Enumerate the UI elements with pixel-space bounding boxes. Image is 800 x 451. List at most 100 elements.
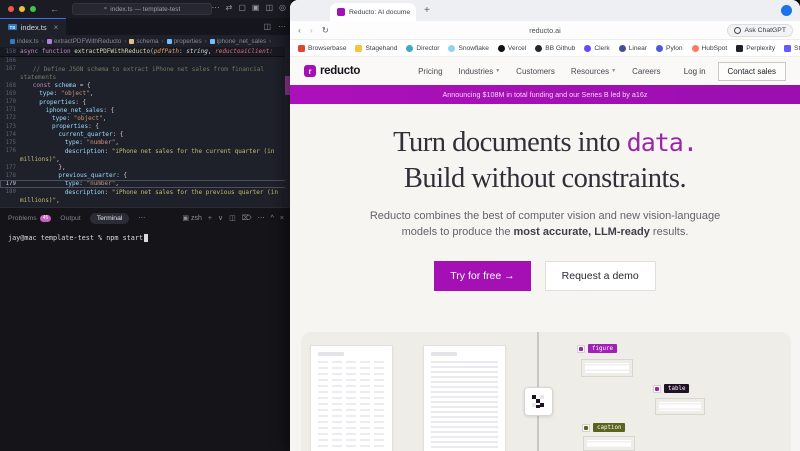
window-controls[interactable] <box>8 6 36 12</box>
back-icon[interactable]: ← <box>50 4 59 14</box>
panel-tab-terminal[interactable]: Terminal <box>89 212 130 224</box>
code-line[interactable]: 175 type: "number", <box>0 139 292 147</box>
request-demo-button[interactable]: Request a demo <box>544 261 656 291</box>
minimize-window-button[interactable] <box>19 6 25 12</box>
nav-customers[interactable]: Customers <box>516 67 555 76</box>
panel-action-icon[interactable]: ^ <box>271 215 274 222</box>
announcement-banner[interactable]: Announcing $108M in total funding and ou… <box>290 85 800 104</box>
code-line[interactable]: 171 iphone_net_sales: { <box>0 106 292 114</box>
browser-tab-reducto[interactable]: Reducto: AI docume <box>330 3 416 21</box>
breadcrumb-item[interactable]: index.ts <box>10 38 39 45</box>
panel-action-icon[interactable]: + <box>208 215 212 222</box>
code-line[interactable]: 178 previous_quarter: { <box>0 172 292 180</box>
breadcrumb-item[interactable]: properties <box>166 38 202 45</box>
code-line[interactable]: 179 type: "number", <box>0 179 292 188</box>
close-tab-icon[interactable]: × <box>54 23 59 32</box>
maximize-window-button[interactable] <box>30 6 36 12</box>
code-line[interactable]: 167// Define JSON schema to extract iPho… <box>0 65 292 73</box>
layout-icon[interactable]: ▣ <box>252 3 260 12</box>
bookmark-snowflake[interactable]: Snowflake <box>448 44 489 52</box>
bookmark-favicon <box>736 44 744 52</box>
panel-tab-problems[interactable]: Problems 45 <box>8 214 52 222</box>
bookmark-pylon[interactable]: Pylon <box>656 44 683 52</box>
code-line[interactable]: 170 properties: { <box>0 98 292 106</box>
bookmark-browserbase[interactable]: Browserbase <box>298 44 346 52</box>
workspace-title: index.ts — template-test <box>110 5 181 13</box>
new-tab-button[interactable]: + <box>424 5 430 16</box>
caption-box <box>583 436 635 451</box>
terminal[interactable]: jay@mac template-test % npm start <box>0 228 292 242</box>
code-line[interactable]: 176 description: "iPhone net sales for th… <box>0 147 292 155</box>
layout-icon[interactable]: ⇄ <box>226 3 233 12</box>
breadcrumb-item[interactable]: iphone_net_sales <box>209 38 266 45</box>
layout-icon[interactable]: ◫ <box>265 3 273 12</box>
code-line[interactable]: 173 properties: { <box>0 123 292 131</box>
bookmark-bb-github[interactable]: BB Github <box>535 44 575 52</box>
chevron-down-icon: ▼ <box>495 68 501 74</box>
chevron-down-icon: ▼ <box>611 68 617 74</box>
profile-avatar[interactable] <box>781 5 792 16</box>
tab-index-ts[interactable]: TS index.ts × <box>0 18 67 35</box>
breadcrumb[interactable]: index.ts › extractPDFWithReducto › schema › pr… <box>0 35 292 47</box>
nav-resources[interactable]: Resources ▼ <box>571 67 616 76</box>
editor-actions[interactable]: ◫ ⋯ <box>263 22 286 31</box>
breadcrumb-item[interactable]: extractPDFWithReducto <box>46 38 121 45</box>
code-line[interactable]: millions)", <box>0 155 292 163</box>
panel-action-icon[interactable]: ⌦ <box>242 214 252 222</box>
code-line[interactable]: 172 type: "object", <box>0 114 292 122</box>
bookmark-favicon <box>784 44 792 52</box>
code-line[interactable]: 174 current_quarter: { <box>0 131 292 139</box>
editor-action-icon[interactable]: ⋯ <box>278 22 286 31</box>
code-editor[interactable]: 158 async function extractPDFWithReducto(… <box>0 47 292 207</box>
browser-window: Reducto: AI docume + ‹ › ↻ reducto.ai As… <box>290 0 800 451</box>
code-line[interactable]: 180 description: "iPhone net sales for th… <box>0 188 292 196</box>
bookmark-vercel[interactable]: Vercel <box>497 44 526 52</box>
panel-tab-⋯[interactable]: ⋯ <box>138 214 145 222</box>
layout-icon[interactable]: ▢ <box>238 3 246 12</box>
annotation-table: table <box>653 384 690 393</box>
address-bar[interactable]: reducto.ai <box>290 26 800 35</box>
panel-action-icon[interactable]: ∨ <box>218 214 223 222</box>
login-link[interactable]: Log in <box>684 67 706 76</box>
editor-action-icon[interactable]: ◫ <box>263 22 271 31</box>
reducto-mark-icon <box>531 394 546 409</box>
layout-icon[interactable]: ◎ <box>279 3 286 12</box>
ask-chatgpt-button[interactable]: Ask ChatGPT <box>727 24 793 37</box>
bookmark-hubspot[interactable]: HubSpot <box>691 44 727 52</box>
panel-action-icon[interactable]: ◫ <box>229 214 236 222</box>
code-line[interactable]: millions)", <box>0 196 292 204</box>
panel-tab-output[interactable]: Output <box>60 215 80 222</box>
symbol-icon <box>166 38 172 44</box>
bookmark-stripe[interactable]: Stripe <box>784 44 800 52</box>
code-line[interactable]: 168 const schema = { <box>0 82 292 90</box>
comparison-slider-handle[interactable] <box>524 387 553 416</box>
close-window-button[interactable] <box>8 6 14 12</box>
panel-action-icon[interactable]: × <box>280 215 284 222</box>
layout-icon[interactable]: ⋯ <box>212 3 220 12</box>
nav-industries[interactable]: Industries ▼ <box>459 67 501 76</box>
sticky-scroll-line[interactable]: 158 async function extractPDFWithReducto(… <box>0 47 292 57</box>
bookmark-clerk[interactable]: Clerk <box>584 44 610 52</box>
reducto-logo[interactable]: r reducto <box>304 65 360 77</box>
code-line[interactable]: 166 <box>0 57 292 65</box>
bookmark-perplexity[interactable]: Perplexity <box>736 44 775 52</box>
try-for-free-button[interactable]: Try for free → <box>434 261 531 291</box>
code-lines[interactable]: 166 167// Define JSON schema to extract i… <box>0 57 292 204</box>
code-line[interactable]: 177}, <box>0 163 292 171</box>
code-line[interactable]: statements <box>0 73 292 81</box>
bookmark-favicon <box>584 44 592 52</box>
contact-sales-button[interactable]: Contact sales <box>717 61 786 81</box>
titlebar-layout-icons[interactable]: ⋯ ⇄ ▢ ▣ ◫ ◎ <box>212 3 286 12</box>
bookmark-stagehand[interactable]: Stagehand <box>355 44 397 52</box>
panel-action-icon[interactable]: ⋯ <box>258 214 265 222</box>
breadcrumb-item[interactable]: schema <box>129 38 159 45</box>
browser-tabstrip: Reducto: AI docume + <box>290 0 800 21</box>
panel-action-icon[interactable]: ▣ zsh <box>182 214 201 222</box>
nav-careers[interactable]: Careers <box>632 67 660 76</box>
table-box <box>655 398 705 415</box>
command-center-search[interactable]: ⌕ index.ts — template-test <box>72 3 212 15</box>
bookmark-linear[interactable]: Linear <box>618 44 647 52</box>
bookmark-director[interactable]: Director <box>406 44 439 52</box>
code-line[interactable]: 169 type: "object", <box>0 90 292 98</box>
nav-pricing[interactable]: Pricing <box>418 67 442 76</box>
